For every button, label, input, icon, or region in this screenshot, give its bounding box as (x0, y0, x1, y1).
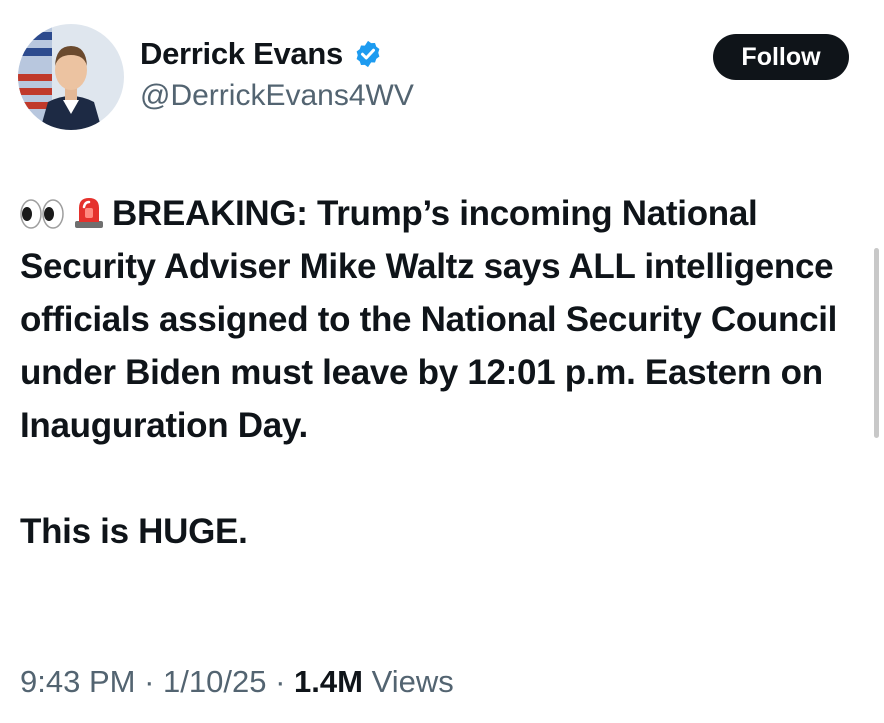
author-avatar[interactable] (18, 24, 124, 130)
meta-separator: · (144, 664, 155, 699)
follow-button[interactable]: Follow (713, 34, 849, 80)
tweet-metadata: 9:43 PM · 1/10/25 · 1.4M Views (20, 664, 454, 700)
tweet-paragraph-1: BREAKING: Trump’s incoming National Secu… (20, 187, 870, 452)
scrollbar[interactable] (874, 248, 879, 438)
author-handle[interactable]: @DerrickEvans4WV (140, 79, 414, 113)
tweet-paragraph-1-text: BREAKING: Trump’s incoming National Secu… (20, 194, 838, 445)
verified-badge-icon (353, 39, 383, 69)
tweet-text: BREAKING: Trump’s incoming National Secu… (20, 187, 870, 558)
views-count: 1.4M (294, 664, 363, 699)
police-light-emoji-icon (72, 195, 106, 229)
author-name-row: Derrick Evans (140, 36, 383, 72)
views-label: Views (371, 664, 454, 699)
meta-separator: · (275, 664, 286, 699)
tweet: Derrick Evans @DerrickEvans4WV Follow BR… (0, 0, 884, 723)
eyes-emoji-icon (20, 199, 66, 229)
post-time[interactable]: 9:43 PM (20, 664, 135, 699)
author-display-name[interactable]: Derrick Evans (140, 36, 343, 72)
avatar-photo (18, 24, 124, 130)
post-date[interactable]: 1/10/25 (163, 664, 266, 699)
tweet-paragraph-2: This is HUGE. (20, 512, 248, 551)
